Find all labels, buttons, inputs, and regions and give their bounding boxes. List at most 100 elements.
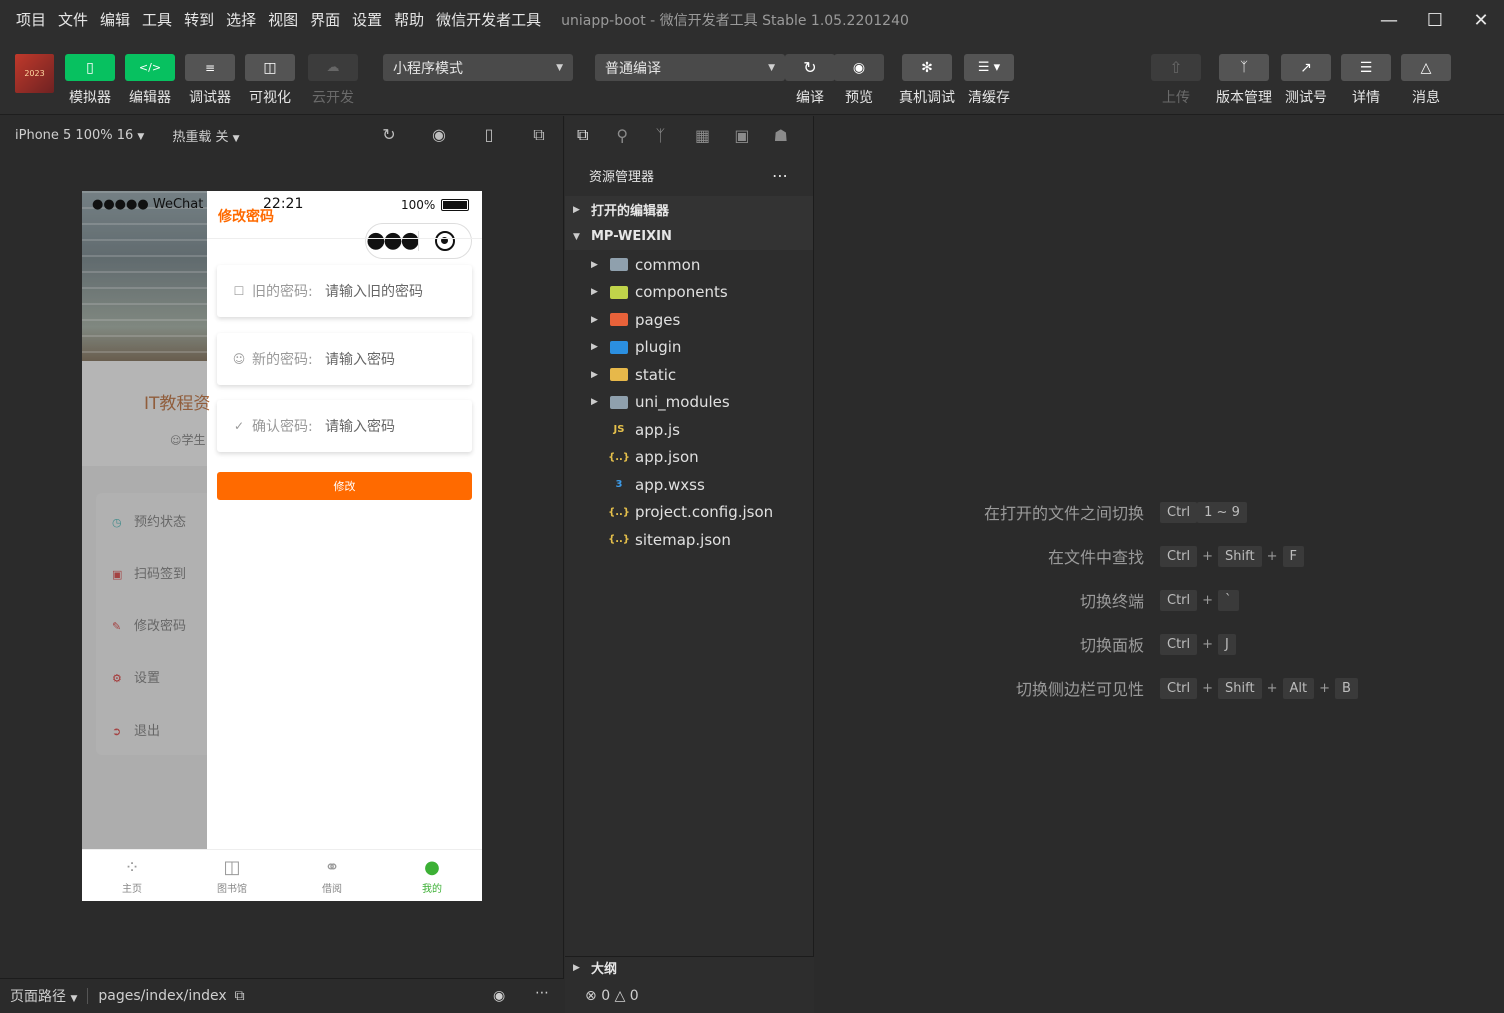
minimize-icon[interactable]: — xyxy=(1366,0,1412,40)
test-account-button[interactable]: ↗ 测试号 xyxy=(1281,54,1331,107)
old-password-label: 旧的密码: xyxy=(252,284,313,300)
refresh-icon: ↻ xyxy=(785,54,835,81)
close-target-icon[interactable] xyxy=(419,231,471,251)
menu-item-interface[interactable]: 界面 xyxy=(304,0,346,40)
folder-item[interactable]: ▶ plugin xyxy=(565,334,813,362)
source-control-icon[interactable]: ᛉ xyxy=(656,126,695,145)
more-icon[interactable]: ⋯ xyxy=(535,985,550,1001)
rotate-icon[interactable]: ↻ xyxy=(380,126,398,144)
tab-label: 主页 xyxy=(122,884,142,895)
file-name: app.json xyxy=(635,448,699,467)
search-icon[interactable]: ⚲ xyxy=(616,126,655,145)
tab-home[interactable]: ⁘ 主页 xyxy=(82,850,182,901)
confirm-password-field[interactable]: ✓ 确认密码: 请输入密码 xyxy=(217,400,472,452)
mode-select[interactable]: 小程序模式 ▼ xyxy=(383,54,573,81)
clear-cache-button[interactable]: ☰ ▾ 清缓存 xyxy=(964,54,1014,107)
extensions-icon[interactable]: ▦ xyxy=(695,126,734,145)
activity-bar: ⧉ ⚲ ᛉ ▦ ▣ ☗ xyxy=(565,116,813,154)
visual-button[interactable]: ◫ 可视化 xyxy=(245,54,295,107)
menu-item-file[interactable]: 文件 xyxy=(52,0,94,40)
file-item[interactable]: {..} app.json xyxy=(565,444,813,472)
shortcut-name: 切换面板 xyxy=(1079,636,1144,655)
folder-item[interactable]: ▶ pages xyxy=(565,306,813,334)
maximize-icon[interactable]: ☐ xyxy=(1412,0,1458,40)
key-separator: + xyxy=(1266,680,1278,696)
editor-button[interactable]: </> 编辑器 xyxy=(125,54,175,107)
phone-outline-icon[interactable]: ▯ xyxy=(480,126,498,144)
details-button[interactable]: ☰ 详情 xyxy=(1341,54,1391,107)
tab-mine[interactable]: ● 我的 xyxy=(382,850,482,901)
key-separator: + xyxy=(1319,680,1331,696)
new-password-field[interactable]: ☺ 新的密码: 请输入密码 xyxy=(217,333,472,385)
simulator-footer: 页面路径 ▼ pages/index/index ⧉ ◉ ⋯ xyxy=(0,978,564,1013)
key-cap: Shift xyxy=(1218,677,1262,699)
device-select[interactable]: iPhone 5 100% 16 ▼ xyxy=(15,128,144,143)
menu-item-project[interactable]: 项目 xyxy=(10,0,52,40)
folder-icon xyxy=(609,312,629,328)
menu-item-help[interactable]: 帮助 xyxy=(388,0,430,40)
detach-window-icon[interactable]: ⧉ xyxy=(530,126,548,144)
app-version: - 微信开发者工具 Stable 1.05.2201240 xyxy=(650,13,909,29)
open-editors-section[interactable]: ▶ 打开的编辑器 xyxy=(565,196,813,223)
grid-icon: ⁘ xyxy=(124,857,140,878)
close-icon[interactable]: ✕ xyxy=(1458,0,1504,40)
remote-debug-button[interactable]: ✻ 真机调试 xyxy=(899,54,955,107)
chevron-right-icon: ▶ xyxy=(591,287,598,298)
folder-item[interactable]: ▶ static xyxy=(565,361,813,389)
compile-button[interactable]: ↻ 编译 xyxy=(785,54,835,107)
avatar[interactable]: 2023 xyxy=(15,54,54,93)
more-icon[interactable]: ⋯ xyxy=(772,166,789,185)
menu-item-devtools[interactable]: 微信开发者工具 xyxy=(430,0,547,40)
eye-icon[interactable]: ◉ xyxy=(493,988,505,1004)
key-cap: B xyxy=(1335,677,1358,699)
menu-item-goto[interactable]: 转到 xyxy=(178,0,220,40)
file-item[interactable]: {..} project.config.json xyxy=(565,499,813,527)
menu-item-view[interactable]: 视图 xyxy=(262,0,304,40)
preview-button[interactable]: ◉ 预览 xyxy=(834,54,884,107)
file-item[interactable]: 3 app.wxss xyxy=(565,471,813,499)
tab-label: 我的 xyxy=(422,884,442,895)
folder-item[interactable]: ▶ components xyxy=(565,279,813,307)
docker-icon[interactable]: ☗ xyxy=(774,126,813,145)
menu-item-edit[interactable]: 编辑 xyxy=(94,0,136,40)
simulator-panel: iPhone 5 100% 16 ▼ 热重载 关 ▼ ↻ ◉ ▯ ⧉ IT教程资… xyxy=(0,116,564,978)
book-icon: ◫ xyxy=(223,857,241,878)
file-item[interactable]: {..} sitemap.json xyxy=(565,526,813,554)
submit-button[interactable]: 修改 xyxy=(217,472,472,500)
problems-status[interactable]: ⊗ 0 △ 0 xyxy=(565,978,814,1013)
new-password-label: 新的密码: xyxy=(252,352,313,368)
record-icon[interactable]: ◉ xyxy=(430,126,448,144)
files-icon[interactable]: ⧉ xyxy=(577,125,616,145)
messages-button[interactable]: △ 消息 xyxy=(1401,54,1451,107)
cloud-button[interactable]: ☁ 云开发 xyxy=(308,54,358,107)
shortcut-keys: Ctrl + Shift + Alt + B xyxy=(1160,677,1358,699)
save-icon[interactable]: ▣ xyxy=(734,126,773,145)
more-icon[interactable]: ●●● xyxy=(366,230,420,252)
menu-item-tools[interactable]: 工具 xyxy=(136,0,178,40)
folder-item[interactable]: ▶ uni_modules xyxy=(565,389,813,417)
upload-button[interactable]: ⇧ 上传 xyxy=(1151,54,1201,107)
old-password-field[interactable]: ☐ 旧的密码: 请输入旧的密码 xyxy=(217,265,472,317)
simulator-button[interactable]: ▯ 模拟器 xyxy=(65,54,115,107)
project-section[interactable]: ▼ MP-WEIXIN xyxy=(565,223,813,250)
page-route-select[interactable]: 页面路径 ▼ xyxy=(0,986,77,1006)
version-button[interactable]: ᛉ 版本管理 xyxy=(1216,54,1272,107)
cloud-icon: ☁ xyxy=(308,54,358,81)
key-cap: Ctrl xyxy=(1160,501,1198,523)
debugger-button[interactable]: ≡ 调试器 xyxy=(185,54,235,107)
shortcut-keys: Ctrl + ` xyxy=(1160,589,1239,611)
compile-select[interactable]: 普通编译 ▼ xyxy=(595,54,785,81)
outline-section[interactable]: ▶ 大纲 xyxy=(565,956,814,978)
hot-reload-select[interactable]: 热重载 关 ▼ xyxy=(172,126,239,145)
tab-borrow[interactable]: ⚭ 借阅 xyxy=(282,850,382,901)
battery-percent: 100% xyxy=(401,198,436,212)
copy-icon[interactable]: ⧉ xyxy=(235,988,245,1004)
file-item[interactable]: JS app.js xyxy=(565,416,813,444)
folder-item[interactable]: ▶ common xyxy=(565,251,813,279)
folder-name: static xyxy=(635,365,677,384)
menu-item-select[interactable]: 选择 xyxy=(220,0,262,40)
branch-icon: ᛉ xyxy=(1219,54,1269,81)
tab-library[interactable]: ◫ 图书馆 xyxy=(182,850,282,901)
error-icon: ⊗ xyxy=(585,987,597,1004)
menu-item-settings[interactable]: 设置 xyxy=(346,0,388,40)
